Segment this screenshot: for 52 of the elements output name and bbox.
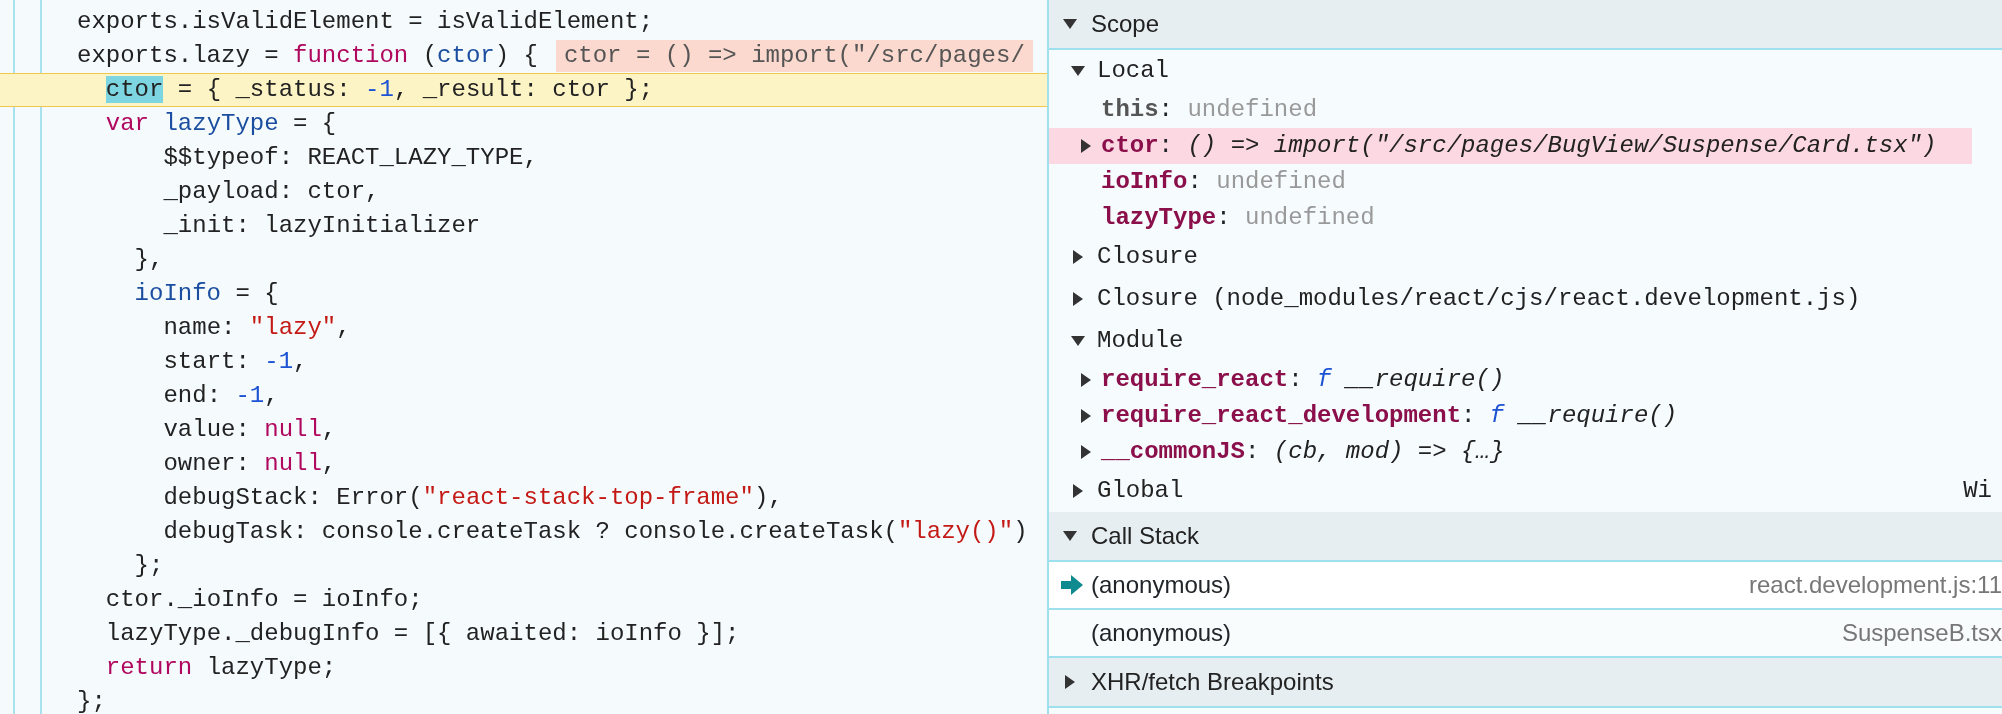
- variable-entry[interactable]: require_react: f __require(): [1049, 362, 2002, 398]
- expand-triangle-icon[interactable]: [1063, 675, 1077, 689]
- collapse-triangle-icon[interactable]: [1071, 64, 1085, 78]
- variable-entry[interactable]: ctor: () => import("/src/pages/BugView/Suspense/Card.tsx"): [1049, 128, 1972, 164]
- expand-triangle-icon[interactable]: [1079, 139, 1093, 153]
- expand-triangle-icon[interactable]: [1071, 250, 1085, 264]
- variable-entry[interactable]: ioInfo: undefined: [1049, 164, 2002, 200]
- expand-triangle-icon[interactable]: [1071, 292, 1085, 306]
- inline-value: ctor = () => import("/src/pages/: [555, 40, 1033, 72]
- expand-triangle-icon[interactable]: [1079, 373, 1093, 387]
- variable-entry[interactable]: this: undefined: [1049, 92, 2002, 128]
- code-line: owner: null,: [162, 449, 337, 479]
- code-line: };: [133, 551, 164, 581]
- scope-value: Wi: [1963, 476, 1992, 506]
- section-title[interactable]: Call Stack: [1091, 518, 1200, 554]
- code-line: debugTask: console.createTask ? console.createTask("lazy()"): [162, 517, 1028, 547]
- code-line: _payload: ctor,: [162, 177, 380, 207]
- variable-entry[interactable]: require_react_development: f __require(): [1049, 398, 2002, 434]
- scope-group-label[interactable]: Global: [1097, 473, 1184, 509]
- scope-group-label[interactable]: Module: [1097, 323, 1184, 359]
- code-line: ctor = { _status: -1, _result: ctor };: [104, 75, 654, 105]
- collapse-triangle-icon[interactable]: [1071, 334, 1085, 348]
- expand-triangle-icon[interactable]: [1079, 445, 1093, 459]
- code-line: _init: lazyInitializer: [162, 211, 481, 241]
- code-line: ioInfo = {: [133, 279, 279, 309]
- code-line: name: "lazy",: [162, 313, 351, 343]
- code-line: exports.lazy = function (ctor) {: [77, 41, 538, 71]
- collapse-triangle-icon[interactable]: [1063, 529, 1077, 543]
- variable-entry[interactable]: __commonJS: (cb, mod) => {…}: [1049, 434, 2002, 470]
- scope-group-label[interactable]: Local: [1097, 53, 1169, 89]
- code-line: ctor._ioInfo = ioInfo;: [104, 585, 423, 615]
- code-line: var lazyType = {: [104, 109, 337, 139]
- scope-group-label[interactable]: Closure: [1097, 239, 1198, 275]
- code-line: exports.isValidElement = isValidElement;: [77, 7, 654, 37]
- paused-arrow-icon: [1061, 575, 1083, 595]
- expand-triangle-icon[interactable]: [1079, 409, 1093, 423]
- call-frame[interactable]: (anonymous) react.development.js:11: [1049, 562, 2002, 610]
- scope-group-label[interactable]: Closure (node_modules/react/cjs/react.development.js): [1097, 281, 1861, 317]
- code-line: debugStack: Error("react-stack-top-frame"),: [162, 483, 783, 513]
- code-line: };: [77, 687, 106, 714]
- code-line: },: [133, 245, 164, 275]
- code-line: start: -1,: [162, 347, 308, 377]
- section-title[interactable]: Scope: [1091, 6, 1160, 42]
- code-line: return lazyType;: [104, 653, 337, 683]
- code-line: lazyType._debugInfo = [{ awaited: ioInfo }];: [104, 619, 740, 649]
- code-line: value: null,: [162, 415, 337, 445]
- collapse-triangle-icon[interactable]: [1063, 17, 1077, 31]
- code-line: end: -1,: [162, 381, 279, 411]
- variable-entry[interactable]: lazyType: undefined: [1049, 200, 2002, 236]
- section-title[interactable]: XHR/fetch Breakpoints: [1091, 664, 1334, 700]
- code-line: $$typeof: REACT_LAZY_TYPE,: [162, 143, 538, 173]
- expand-triangle-icon[interactable]: [1071, 484, 1085, 498]
